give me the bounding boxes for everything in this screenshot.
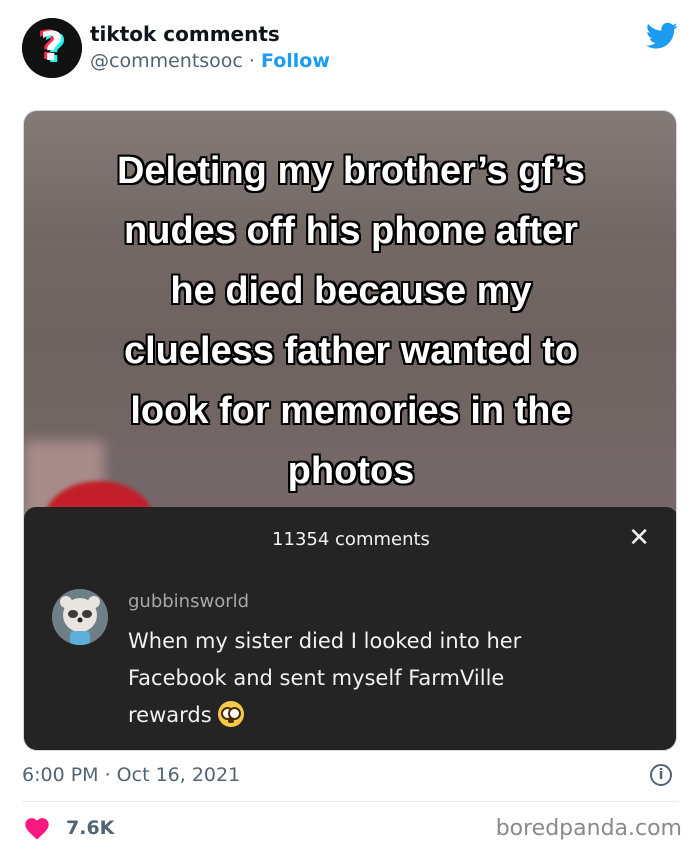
plush-toy-avatar-icon bbox=[52, 589, 108, 645]
info-icon[interactable]: i bbox=[650, 764, 672, 786]
question-mark-logo-icon: ? ? ? bbox=[22, 18, 82, 78]
svg-text:?: ? bbox=[40, 24, 63, 70]
watermark: boredpanda.com bbox=[495, 816, 682, 841]
divider bbox=[22, 801, 678, 802]
twitter-bird-icon[interactable] bbox=[646, 22, 678, 50]
tweet-timestamp[interactable]: 6:00 PM · Oct 16, 2021 bbox=[22, 764, 240, 786]
tweet-header: ? ? ? tiktok comments @commentsooc · Fol… bbox=[22, 16, 682, 82]
like-count[interactable]: 7.6K bbox=[66, 817, 114, 839]
video-caption: Deleting my brother’s gf’s nudes off his… bbox=[116, 150, 586, 492]
comments-count: 11354 comments bbox=[272, 529, 430, 550]
comment-text: When my sister died I looked into her Fa… bbox=[128, 623, 568, 734]
heart-icon[interactable] bbox=[24, 816, 50, 840]
commenter-username[interactable]: gubbinsworld bbox=[128, 591, 249, 612]
commenter-avatar[interactable] bbox=[52, 589, 108, 645]
author-handle-row: @commentsooc · Follow bbox=[90, 50, 330, 72]
comments-panel: 11354 comments ✕ gubbinsworld When my si… bbox=[24, 507, 676, 750]
flushed-face-emoji-icon bbox=[217, 701, 244, 727]
comment-body: When my sister died I looked into her Fa… bbox=[128, 629, 522, 727]
author-avatar[interactable]: ? ? ? bbox=[22, 18, 82, 78]
separator-dot: · bbox=[248, 50, 255, 72]
author-handle[interactable]: @commentsooc bbox=[90, 50, 243, 72]
follow-button[interactable]: Follow bbox=[261, 50, 330, 72]
tweet-media[interactable]: Deleting my brother’s gf’s nudes off his… bbox=[23, 110, 677, 751]
close-icon[interactable]: ✕ bbox=[628, 525, 650, 551]
author-name[interactable]: tiktok comments bbox=[90, 22, 280, 46]
